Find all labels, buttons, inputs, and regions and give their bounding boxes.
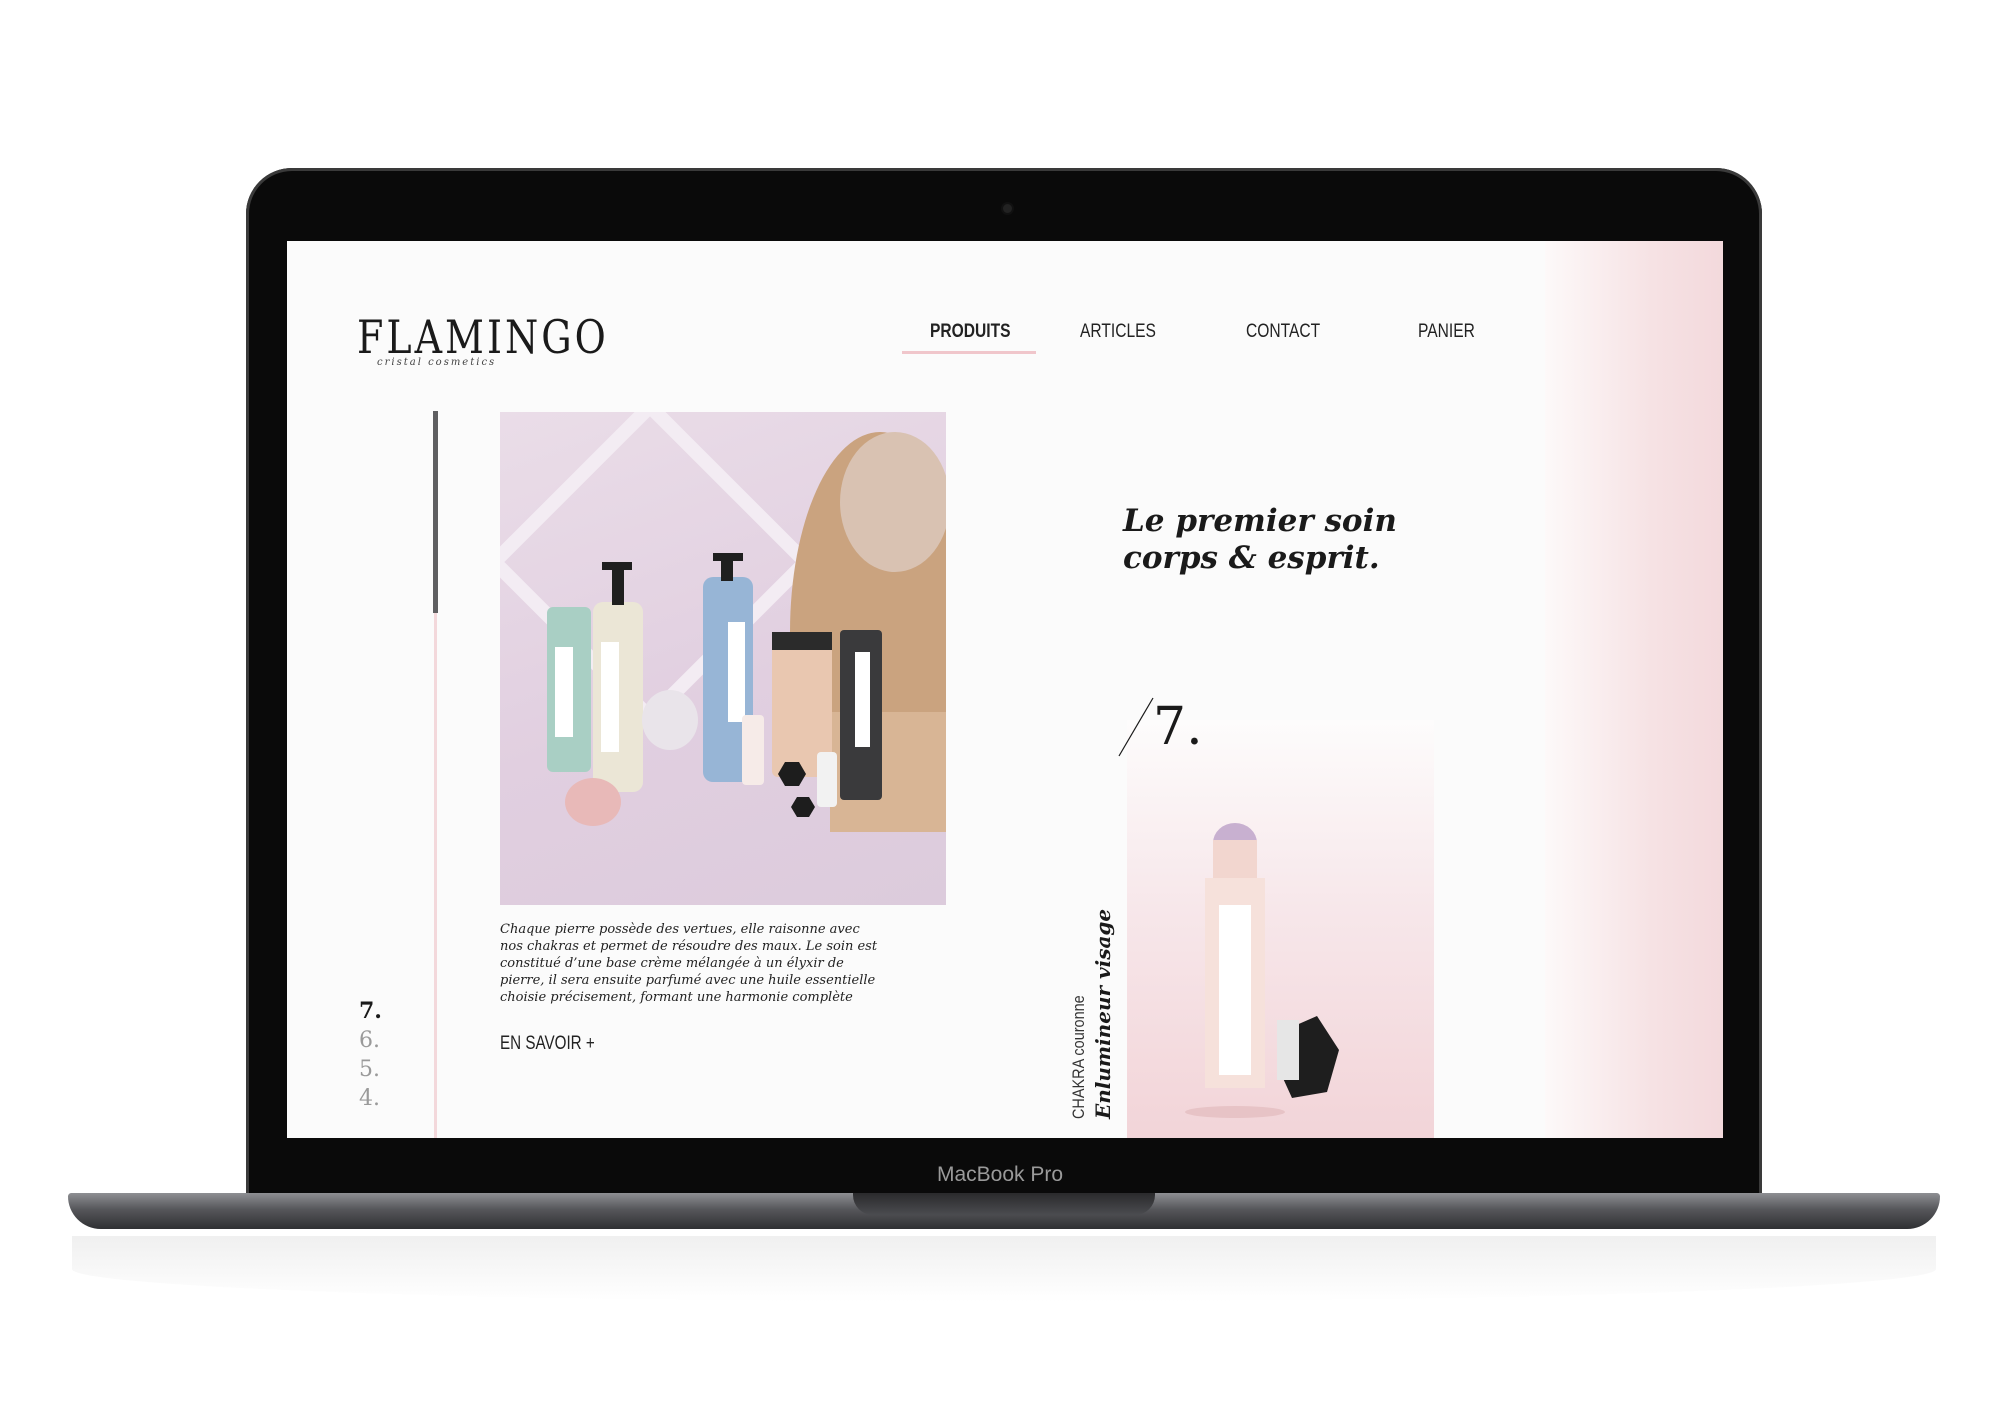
nav-item-articles[interactable]: ARTICLES (1080, 321, 1156, 343)
base-reflection (72, 1236, 1936, 1302)
scroll-thumb[interactable] (433, 411, 438, 613)
tagline: Le premier soin corps & esprit. (1123, 503, 1453, 577)
tagline-line-2: corps & esprit. (1123, 540, 1380, 576)
slide-pager: 7. 6. 5. 4. (359, 997, 382, 1113)
side-gradient (1545, 241, 1723, 1138)
pager-item-6[interactable]: 6. (359, 1026, 382, 1055)
featured-product-image[interactable] (1127, 720, 1434, 1138)
camera-icon (1003, 204, 1012, 213)
pager-item-5[interactable]: 5. (359, 1055, 382, 1084)
site-logo[interactable]: FLAMINGO cristal cosmetics (357, 311, 606, 368)
nav-item-panier[interactable]: PANIER (1418, 321, 1475, 343)
featured-number: 7. (1153, 697, 1203, 757)
tagline-line-1: Le premier soin (1123, 503, 1397, 539)
product-collection: CHAKRA couronne (1069, 995, 1088, 1119)
laptop-screen: FLAMINGO cristal cosmetics PRODUITS ARTI… (287, 241, 1723, 1138)
product-name[interactable]: Enlumineur visage (1091, 909, 1115, 1119)
laptop-notch (853, 1193, 1155, 1215)
hero-product-image (500, 412, 946, 905)
slash-divider (1118, 697, 1154, 757)
nav-item-contact[interactable]: CONTACT (1246, 321, 1320, 343)
nav-item-produits[interactable]: PRODUITS (930, 321, 1011, 343)
pager-item-7[interactable]: 7. (359, 997, 382, 1026)
nav-active-underline (902, 351, 1036, 354)
logo-wordmark: FLAMINGO (357, 311, 609, 364)
logo-subtitle: cristal cosmetics (377, 357, 497, 368)
device-label: MacBook Pro (936, 1163, 1064, 1186)
featured-product-label: CHAKRA couronne Enlumineur visage (1069, 909, 1115, 1119)
learn-more-link[interactable]: EN SAVOIR + (500, 1033, 595, 1055)
hero-description: Chaque pierre possède des vertues, elle … (500, 922, 878, 1005)
pager-item-4[interactable]: 4. (359, 1084, 382, 1113)
